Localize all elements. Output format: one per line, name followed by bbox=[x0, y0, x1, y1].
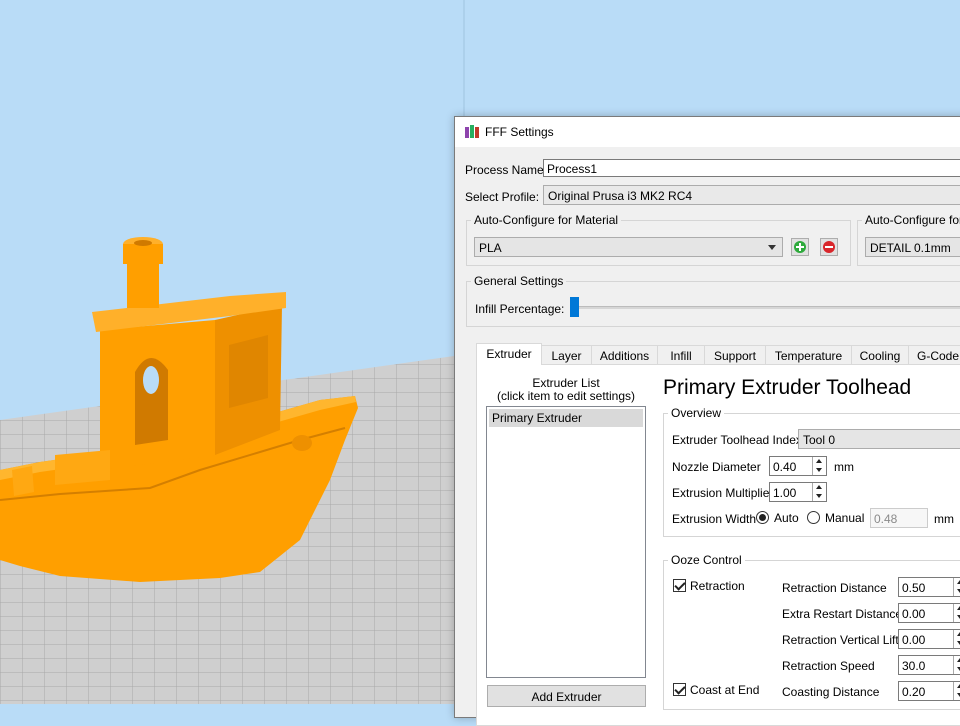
extrusion-width-value: 0.48 bbox=[874, 512, 898, 526]
extrusion-multiplier-value: 1.00 bbox=[773, 486, 797, 500]
extrusion-multiplier-stepper[interactable]: 1.00 bbox=[769, 482, 827, 502]
select-profile-label: Select Profile: bbox=[465, 190, 540, 204]
width-manual-radio[interactable] bbox=[807, 511, 820, 524]
extruder-list-title: Extruder List bbox=[532, 376, 600, 390]
retraction-speed-stepper[interactable]: 30.0 bbox=[898, 655, 960, 675]
process-name-input[interactable]: Process1 bbox=[543, 159, 960, 177]
spin-arrows-icon[interactable] bbox=[953, 578, 960, 596]
quality-value: DETAIL 0.1mm bbox=[870, 241, 951, 255]
extra-restart-value: 0.00 bbox=[902, 607, 926, 621]
coasting-distance-stepper[interactable]: 0.20 bbox=[898, 681, 960, 701]
extra-restart-label: Extra Restart Distance bbox=[782, 607, 903, 621]
vertical-lift-stepper[interactable]: 0.00 bbox=[898, 629, 960, 649]
process-name-label: Process Name: bbox=[465, 163, 548, 177]
overview-title: Overview bbox=[668, 406, 725, 420]
tab-cooling[interactable]: Cooling bbox=[851, 345, 909, 364]
extrusion-width-stepper[interactable]: 0.48 bbox=[870, 508, 928, 528]
retraction-distance-label: Retraction Distance bbox=[782, 581, 887, 595]
minus-icon bbox=[823, 241, 835, 253]
coast-checkbox[interactable] bbox=[673, 683, 686, 696]
spin-arrows-icon[interactable] bbox=[812, 483, 826, 501]
retraction-speed-value: 30.0 bbox=[902, 659, 926, 673]
retraction-speed-label: Retraction Speed bbox=[782, 659, 875, 673]
infill-slider-track[interactable] bbox=[574, 306, 960, 309]
spin-arrows-icon[interactable] bbox=[953, 604, 960, 622]
toolhead-index-label: Extruder Toolhead Index bbox=[672, 433, 802, 447]
retraction-distance-stepper[interactable]: 0.50 bbox=[898, 577, 960, 597]
extruder-list[interactable]: Primary Extruder bbox=[486, 406, 646, 678]
vertical-lift-label: Retraction Vertical Lift bbox=[782, 633, 899, 647]
list-item[interactable]: Primary Extruder bbox=[489, 409, 643, 427]
tab-additions[interactable]: Additions bbox=[591, 345, 658, 364]
general-settings-title: General Settings bbox=[471, 274, 567, 288]
toolhead-index-value: Tool 0 bbox=[803, 433, 836, 447]
dialog-title: FFF Settings bbox=[485, 125, 554, 139]
extrusion-width-label: Extrusion Width bbox=[672, 512, 757, 526]
material-value: PLA bbox=[479, 241, 502, 255]
remove-material-button[interactable] bbox=[820, 238, 838, 256]
spin-arrows-icon[interactable] bbox=[953, 630, 960, 648]
title-bar[interactable]: FFF Settings bbox=[455, 117, 960, 147]
spin-arrows-icon[interactable] bbox=[953, 682, 960, 700]
retraction-distance-value: 0.50 bbox=[902, 581, 926, 595]
nozzle-diameter-label: Nozzle Diameter bbox=[672, 460, 761, 474]
extra-restart-stepper[interactable]: 0.00 bbox=[898, 603, 960, 623]
material-dropdown[interactable]: PLA bbox=[474, 237, 783, 257]
toolhead-index-dropdown[interactable]: Tool 0 bbox=[798, 429, 960, 449]
width-auto-radio[interactable] bbox=[756, 511, 769, 524]
spin-arrows-icon[interactable] bbox=[953, 656, 960, 674]
add-material-button[interactable] bbox=[791, 238, 809, 256]
tab-support[interactable]: Support bbox=[704, 345, 766, 364]
tab-gcode[interactable]: G-Code bbox=[908, 345, 960, 364]
nozzle-diameter-stepper[interactable]: 0.40 bbox=[769, 456, 827, 476]
extruder-list-subtitle: (click item to edit settings) bbox=[496, 389, 636, 403]
select-profile-value: Original Prusa i3 MK2 RC4 bbox=[548, 189, 693, 203]
plus-icon bbox=[794, 241, 806, 253]
tab-extruder[interactable]: Extruder bbox=[476, 343, 542, 365]
infill-percentage-label: Infill Percentage: bbox=[475, 302, 565, 316]
app-logo-icon bbox=[465, 125, 479, 138]
tab-temperature[interactable]: Temperature bbox=[765, 345, 852, 364]
nozzle-diameter-value: 0.40 bbox=[773, 460, 797, 474]
chevron-down-icon bbox=[768, 245, 776, 250]
coasting-distance-value: 0.20 bbox=[902, 685, 926, 699]
spin-arrows-icon[interactable] bbox=[812, 457, 826, 475]
auto-material-title: Auto-Configure for Material bbox=[471, 213, 622, 227]
infill-slider-thumb[interactable] bbox=[570, 297, 579, 317]
retraction-checkbox[interactable] bbox=[673, 579, 686, 592]
width-unit: mm bbox=[934, 512, 954, 526]
coast-label: Coast at End bbox=[690, 683, 760, 697]
auto-quality-title-clip: Auto-Configure for Print Quality bbox=[862, 213, 960, 229]
width-manual-label: Manual bbox=[825, 511, 865, 525]
quality-dropdown[interactable]: DETAIL 0.1mm bbox=[865, 237, 960, 257]
auto-quality-title: Auto-Configure for Print Quality bbox=[862, 213, 960, 227]
toolhead-heading: Primary Extruder Toolhead bbox=[663, 376, 912, 399]
vertical-lift-value: 0.00 bbox=[902, 633, 926, 647]
coasting-distance-label: Coasting Distance bbox=[782, 685, 880, 699]
nozzle-unit: mm bbox=[834, 460, 854, 474]
ooze-control-title: Ooze Control bbox=[668, 553, 745, 567]
extrusion-multiplier-label: Extrusion Multiplier bbox=[672, 486, 774, 500]
select-profile-dropdown[interactable]: Original Prusa i3 MK2 RC4 bbox=[543, 185, 960, 205]
retraction-label: Retraction bbox=[690, 579, 745, 593]
tab-layer[interactable]: Layer bbox=[541, 345, 592, 364]
width-auto-label: Auto bbox=[774, 511, 799, 525]
tab-infill[interactable]: Infill bbox=[657, 345, 705, 364]
